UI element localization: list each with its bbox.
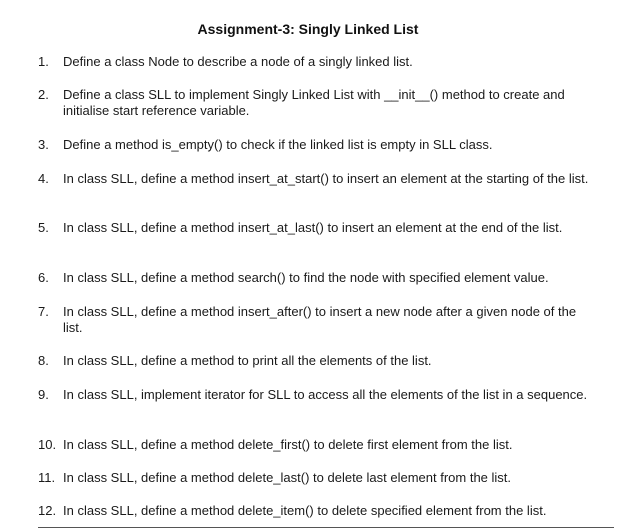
item-text: In class SLL, define a method insert_at_… <box>63 220 563 235</box>
list-item: 9. In class SLL, implement iterator for … <box>38 387 598 403</box>
list-item: 2. Define a class SLL to implement Singl… <box>38 87 598 119</box>
list-item: 10. In class SLL, define a method delete… <box>38 437 598 453</box>
item-text: Define a class SLL to implement Singly L… <box>63 87 565 118</box>
item-number: 12. <box>38 503 57 518</box>
item-text: Define a class Node to describe a node o… <box>63 54 413 69</box>
item-number: 4. <box>38 171 49 186</box>
item-text: Define a method is_empty() to check if t… <box>63 137 493 152</box>
item-number: 9. <box>38 387 49 402</box>
list-item: 12. In class SLL, define a method delete… <box>38 503 598 519</box>
list-item: 5. In class SLL, define a method insert_… <box>38 220 598 236</box>
item-number: 10. <box>38 437 57 452</box>
list-item: 6. In class SLL, define a method search(… <box>38 270 598 286</box>
item-text: In class SLL, define a method delete_ite… <box>63 503 547 518</box>
item-number: 8. <box>38 353 49 368</box>
item-number: 5. <box>38 220 49 235</box>
item-text: In class SLL, implement iterator for SLL… <box>63 387 588 402</box>
list-item: 8. In class SLL, define a method to prin… <box>38 353 598 369</box>
list-item: 4. In class SLL, define a method insert_… <box>38 171 598 187</box>
document-title: Assignment-3: Singly Linked List <box>197 21 419 37</box>
item-text: In class SLL, define a method insert_at_… <box>63 171 589 186</box>
item-number: 6. <box>38 270 49 285</box>
list-item: 3. Define a method is_empty() to check i… <box>38 137 598 153</box>
list-item: 11. In class SLL, define a method delete… <box>38 470 598 486</box>
item-number: 1. <box>38 54 49 69</box>
item-number: 2. <box>38 87 49 102</box>
document-page: Assignment-3: Singly Linked List 1. Defi… <box>0 0 628 531</box>
item-number: 11. <box>38 470 56 485</box>
list-item: 7. In class SLL, define a method insert_… <box>38 304 598 336</box>
item-number: 7. <box>38 304 49 319</box>
item-text: In class SLL, define a method delete_fir… <box>63 437 513 452</box>
item-text: In class SLL, define a method to print a… <box>63 353 432 368</box>
item-text: In class SLL, define a method insert_aft… <box>63 304 577 335</box>
bottom-divider <box>38 527 614 528</box>
item-text: In class SLL, define a method delete_las… <box>63 470 512 485</box>
item-text: In class SLL, define a method search() t… <box>63 270 549 285</box>
list-item: 1. Define a class Node to describe a nod… <box>38 54 598 70</box>
item-number: 3. <box>38 137 49 152</box>
